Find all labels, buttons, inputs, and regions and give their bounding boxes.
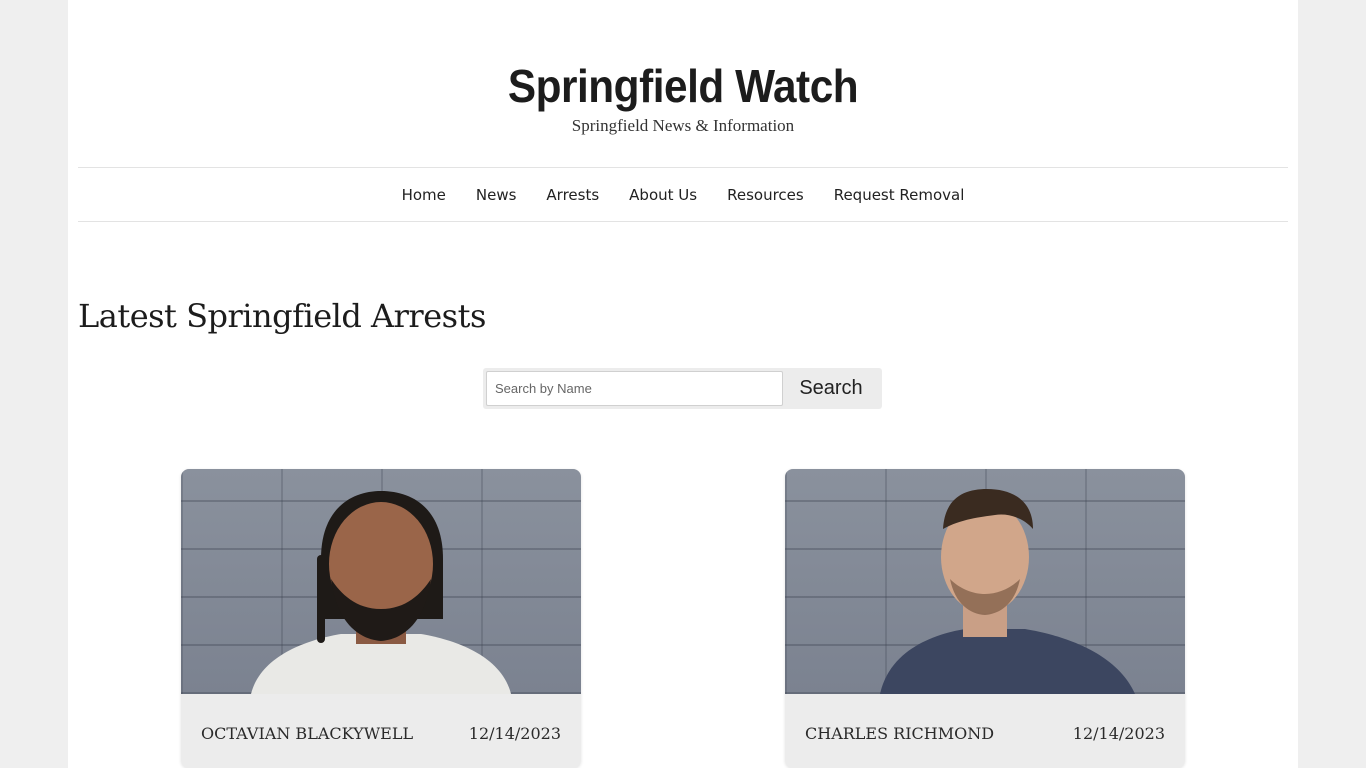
site-title[interactable]: Springfield Watch: [117, 58, 1249, 114]
arrest-card[interactable]: CHARLES RICHMOND 12/14/2023: [785, 469, 1185, 768]
arrest-caption: CHARLES RICHMOND 12/14/2023: [805, 724, 1165, 743]
arrestee-name[interactable]: CHARLES RICHMOND: [805, 724, 994, 743]
site-tagline: Springfield News & Information: [571, 116, 795, 135]
nav-item-resources[interactable]: Resources: [727, 186, 804, 204]
nav-item-about-us[interactable]: About Us: [629, 186, 697, 204]
search-input[interactable]: [486, 371, 783, 406]
nav-item-home[interactable]: Home: [402, 186, 446, 204]
arrest-card[interactable]: OCTAVIAN BLACKYWELL 12/14/2023: [181, 469, 581, 768]
page-title: Latest Springfield Arrests: [78, 297, 486, 335]
search-form: Search: [483, 368, 882, 409]
arrest-date: 12/14/2023: [1072, 724, 1165, 743]
arrest-date: 12/14/2023: [468, 724, 561, 743]
mugshot-photo[interactable]: [785, 469, 1185, 694]
arrest-caption: OCTAVIAN BLACKYWELL 12/14/2023: [201, 724, 561, 743]
nav-item-arrests[interactable]: Arrests: [546, 186, 599, 204]
page-container: Springfield Watch Springfield News & Inf…: [68, 0, 1298, 768]
main-nav: Home News Arrests About Us Resources Req…: [78, 167, 1288, 222]
nav-item-news[interactable]: News: [476, 186, 517, 204]
mugshot-photo[interactable]: [181, 469, 581, 694]
nav-item-request-removal[interactable]: Request Removal: [834, 186, 965, 204]
arrestee-name[interactable]: OCTAVIAN BLACKYWELL: [201, 724, 413, 743]
search-button[interactable]: Search: [783, 371, 879, 406]
